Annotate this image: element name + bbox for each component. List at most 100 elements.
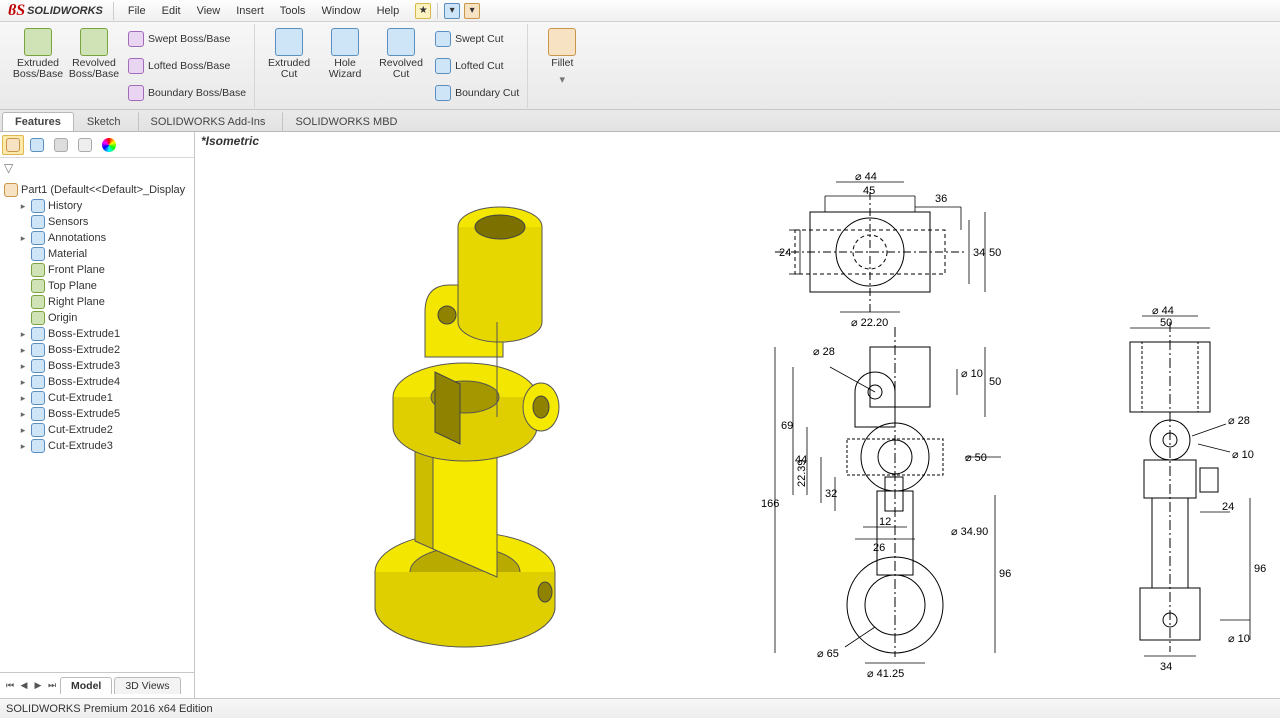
menu-tools[interactable]: Tools [272, 3, 314, 19]
tree-item[interactable]: ▸Boss-Extrude1 [4, 326, 194, 342]
feature-icon [31, 215, 45, 229]
extruded-boss-button[interactable]: Extruded Boss/Base [10, 26, 66, 80]
tree-item[interactable]: ▸ Boss-Extrude2 [4, 342, 194, 358]
lofted-cut-button[interactable]: Lofted Cut [433, 57, 521, 75]
svg-text:50: 50 [1160, 317, 1172, 329]
graphics-viewport[interactable]: *Isometric [195, 132, 1280, 698]
svg-text:⌀ 10: ⌀ 10 [1228, 633, 1250, 645]
tree-item[interactable]: ▸ Cut-Extrude3 [4, 438, 194, 454]
expand-icon[interactable]: ▸ [18, 441, 28, 452]
tree-item-label: Front Plane [48, 264, 105, 276]
tree-item[interactable]: ▸Cut-Extrude1 [4, 390, 194, 406]
expand-icon[interactable]: ▸ [18, 345, 28, 356]
menu-insert[interactable]: Insert [228, 3, 272, 19]
expand-icon[interactable]: ▸ [18, 201, 28, 212]
tree-item[interactable]: Front Plane [4, 262, 194, 278]
tab-nav-last[interactable]: ⏭ [46, 680, 58, 692]
tab-sketch[interactable]: Sketch [74, 112, 134, 131]
filter-icon[interactable]: ▽ [4, 161, 20, 177]
revolved-boss-button[interactable]: Revolved Boss/Base [66, 26, 122, 80]
tree-item[interactable]: Right Plane [4, 294, 194, 310]
menu-edit[interactable]: Edit [154, 3, 189, 19]
feature-tree-panel: ▽ Part1 (Default<<Default>_Display ▸ Hist… [0, 132, 195, 698]
expand-icon[interactable]: ▸ [18, 393, 28, 404]
bottom-tab-3dviews[interactable]: 3D Views [114, 677, 180, 694]
svg-text:69: 69 [781, 420, 793, 432]
app-brand: SOLIDWORKS [27, 5, 103, 17]
revolved-cut-icon [387, 28, 415, 56]
tab-features[interactable]: Features [2, 112, 74, 131]
tree-item-label: Boss-Extrude3 [48, 360, 120, 372]
feature-icon [31, 327, 45, 341]
model-and-drawing: 45 ⌀ 44 36 24 34 50 ⌀ 22.20 [195, 132, 1280, 692]
menu-view[interactable]: View [189, 3, 229, 19]
bottom-tab-model[interactable]: Model [60, 677, 112, 694]
ribbon-group-fillet: Fillet ▾ [528, 24, 596, 108]
tree-tab-display[interactable] [98, 135, 120, 155]
tree-tab-feature[interactable] [2, 135, 24, 155]
tree-root[interactable]: Part1 (Default<<Default>_Display [4, 182, 194, 198]
open-file-icon[interactable]: ▾ [464, 3, 480, 19]
tree-item[interactable]: ▸Boss-Extrude5 [4, 406, 194, 422]
extruded-cut-button[interactable]: Extruded Cut [261, 26, 317, 80]
svg-text:34: 34 [1160, 661, 1172, 673]
tab-mbd[interactable]: SOLIDWORKS MBD [282, 112, 410, 131]
boundary-boss-button[interactable]: Boundary Boss/Base [126, 84, 248, 102]
fillet-icon [548, 28, 576, 56]
tree-item-label: Cut-Extrude3 [48, 440, 113, 452]
dim-icon [78, 138, 92, 152]
tree-item-label: Origin [48, 312, 77, 324]
menu-file[interactable]: File [120, 3, 154, 19]
tree-item-label: History [48, 200, 82, 212]
tree-tab-property[interactable] [26, 135, 48, 155]
tree-item[interactable]: Material [4, 246, 194, 262]
tree-item[interactable]: Sensors [4, 214, 194, 230]
feature-icon [31, 311, 45, 325]
swept-boss-button[interactable]: Swept Boss/Base [126, 30, 248, 48]
tree-item[interactable]: ▸Cut-Extrude2 [4, 422, 194, 438]
tab-nav-first[interactable]: ⏮ [4, 680, 16, 692]
tree-tab-config[interactable] [50, 135, 72, 155]
lofted-boss-button[interactable]: Lofted Boss/Base [126, 57, 248, 75]
tree-item[interactable]: Origin [4, 310, 194, 326]
hole-wizard-button[interactable]: Hole Wizard [317, 26, 373, 80]
bottom-tabs: ⏮ ◀ ▶ ⏭ Model 3D Views [0, 672, 194, 698]
star-icon[interactable]: ★ [415, 3, 431, 19]
feature-tree[interactable]: Part1 (Default<<Default>_Display ▸ Histor… [0, 180, 194, 672]
ribbon-tabs: Features Sketch SOLIDWORKS Add-Ins SOLID… [0, 110, 1280, 132]
tab-addins[interactable]: SOLIDWORKS Add-Ins [138, 112, 279, 131]
menu-window[interactable]: Window [313, 3, 368, 19]
new-file-icon[interactable]: ▾ [444, 3, 460, 19]
expand-icon[interactable]: ▸ [18, 361, 28, 372]
tree-item[interactable]: ▸ History [4, 198, 194, 214]
expand-icon[interactable]: ▸ [18, 409, 28, 420]
ribbon-dropdown-icon[interactable]: ▾ [560, 73, 566, 86]
feature-icon [31, 279, 45, 293]
swept-cut-button[interactable]: Swept Cut [433, 30, 521, 48]
tree-item[interactable]: ▸ Boss-Extrude3 [4, 358, 194, 374]
tab-nav-prev[interactable]: ◀ [18, 680, 30, 692]
menu-help[interactable]: Help [369, 3, 408, 19]
boundary-cut-button[interactable]: Boundary Cut [433, 84, 521, 102]
cut-small-stack: Swept Cut Lofted Cut Boundary Cut [433, 26, 521, 106]
expand-icon[interactable]: ▸ [18, 329, 28, 340]
tree-item[interactable]: ▸Annotations [4, 230, 194, 246]
fillet-button[interactable]: Fillet [534, 26, 590, 69]
tree-tab-dimxpert[interactable] [74, 135, 96, 155]
ribbon-group-cut: Extruded Cut Hole Wizard Revolved Cut Sw… [255, 24, 528, 108]
tree-item-label: Right Plane [48, 296, 105, 308]
svg-text:⌀ 28: ⌀ 28 [813, 346, 835, 358]
feature-icon [31, 375, 45, 389]
tree-item[interactable]: Top Plane [4, 278, 194, 294]
tree-item[interactable]: ▸Boss-Extrude4 [4, 374, 194, 390]
expand-icon[interactable]: ▸ [18, 233, 28, 244]
feature-icon [31, 231, 45, 245]
revolved-cut-button[interactable]: Revolved Cut [373, 26, 429, 80]
svg-text:26: 26 [873, 542, 885, 554]
tab-nav-next[interactable]: ▶ [32, 680, 44, 692]
svg-text:⌀ 65: ⌀ 65 [817, 648, 839, 660]
expand-icon[interactable]: ▸ [18, 425, 28, 436]
tree-item-label: Boss-Extrude2 [48, 344, 120, 356]
expand-icon[interactable]: ▸ [18, 377, 28, 388]
appearance-icon [102, 138, 116, 152]
